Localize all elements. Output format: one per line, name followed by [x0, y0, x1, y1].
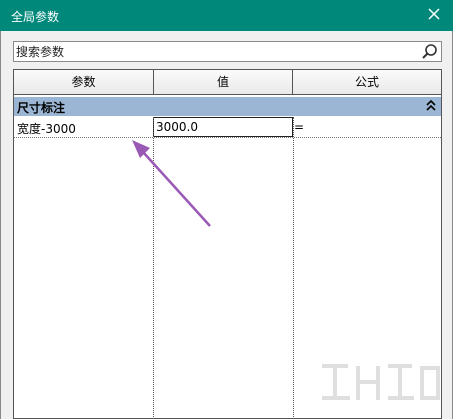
watermark-logo	[322, 364, 440, 400]
table-row[interactable]: 宽度-3000 3000.0 =	[14, 117, 441, 137]
parameter-name: 宽度-3000	[17, 122, 76, 136]
search-icon[interactable]	[421, 43, 439, 61]
group-header-dimensions[interactable]: 尺寸标注	[14, 97, 441, 116]
row-divider	[14, 137, 441, 138]
column-divider	[153, 117, 154, 419]
column-header-parameter[interactable]: 参数	[14, 70, 154, 95]
collapse-icon[interactable]	[425, 99, 437, 113]
group-label: 尺寸标注	[17, 101, 66, 115]
window-title: 全局参数	[11, 10, 60, 24]
formula-cell[interactable]: =	[294, 120, 304, 134]
search-input[interactable]	[16, 43, 416, 60]
column-divider	[293, 117, 294, 419]
close-icon[interactable]	[423, 3, 445, 25]
column-header-formula[interactable]: 公式	[293, 70, 441, 95]
title-bar: 全局参数	[0, 0, 453, 31]
value-input[interactable]: 3000.0	[153, 117, 293, 137]
column-header-value[interactable]: 值	[154, 70, 293, 95]
search-box[interactable]	[13, 41, 442, 62]
table-header: 参数 值 公式	[14, 70, 441, 95]
